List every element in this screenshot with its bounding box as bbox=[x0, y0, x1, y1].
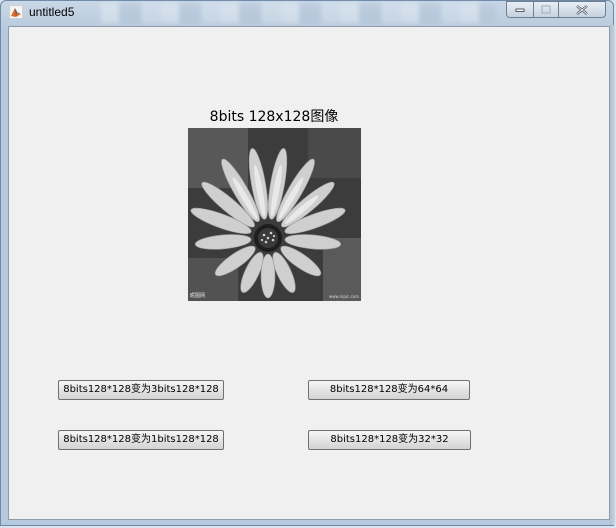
resize-to-32-button[interactable]: 8bits128*128变为32*32 bbox=[308, 430, 471, 450]
flower-graphic bbox=[188, 128, 361, 301]
maximize-button[interactable] bbox=[533, 1, 559, 18]
minimize-button[interactable] bbox=[506, 1, 534, 18]
window-title: untitled5 bbox=[29, 5, 75, 19]
close-icon bbox=[575, 4, 589, 15]
figure-window: untitled5 8bits 128x128图像 昵图网 www.nipic.… bbox=[0, 0, 615, 526]
convert-to-1bits-button[interactable]: 8bits128*128变为1bits128*128 bbox=[58, 430, 224, 450]
image-title: 8bits 128x128图像 bbox=[209, 109, 339, 125]
watermark-left: 昵图网 bbox=[190, 293, 206, 299]
maximize-icon bbox=[541, 5, 551, 14]
figure-client-area: 8bits 128x128图像 昵图网 www.nipic.com 8bits1… bbox=[8, 26, 610, 520]
close-button[interactable] bbox=[558, 1, 606, 18]
title-bar-background bbox=[101, 3, 496, 23]
window-right-edge bbox=[610, 25, 615, 525]
flower-image: 昵图网 www.nipic.com bbox=[188, 128, 361, 301]
title-bar[interactable]: untitled5 bbox=[1, 1, 613, 25]
watermark-right: www.nipic.com bbox=[328, 294, 359, 299]
resize-to-64-button[interactable]: 8bits128*128变为64*64 bbox=[308, 380, 470, 400]
matlab-figure-icon bbox=[8, 4, 24, 20]
convert-to-3bits-button[interactable]: 8bits128*128变为3bits128*128 bbox=[58, 380, 224, 400]
minimize-icon bbox=[515, 7, 525, 13]
